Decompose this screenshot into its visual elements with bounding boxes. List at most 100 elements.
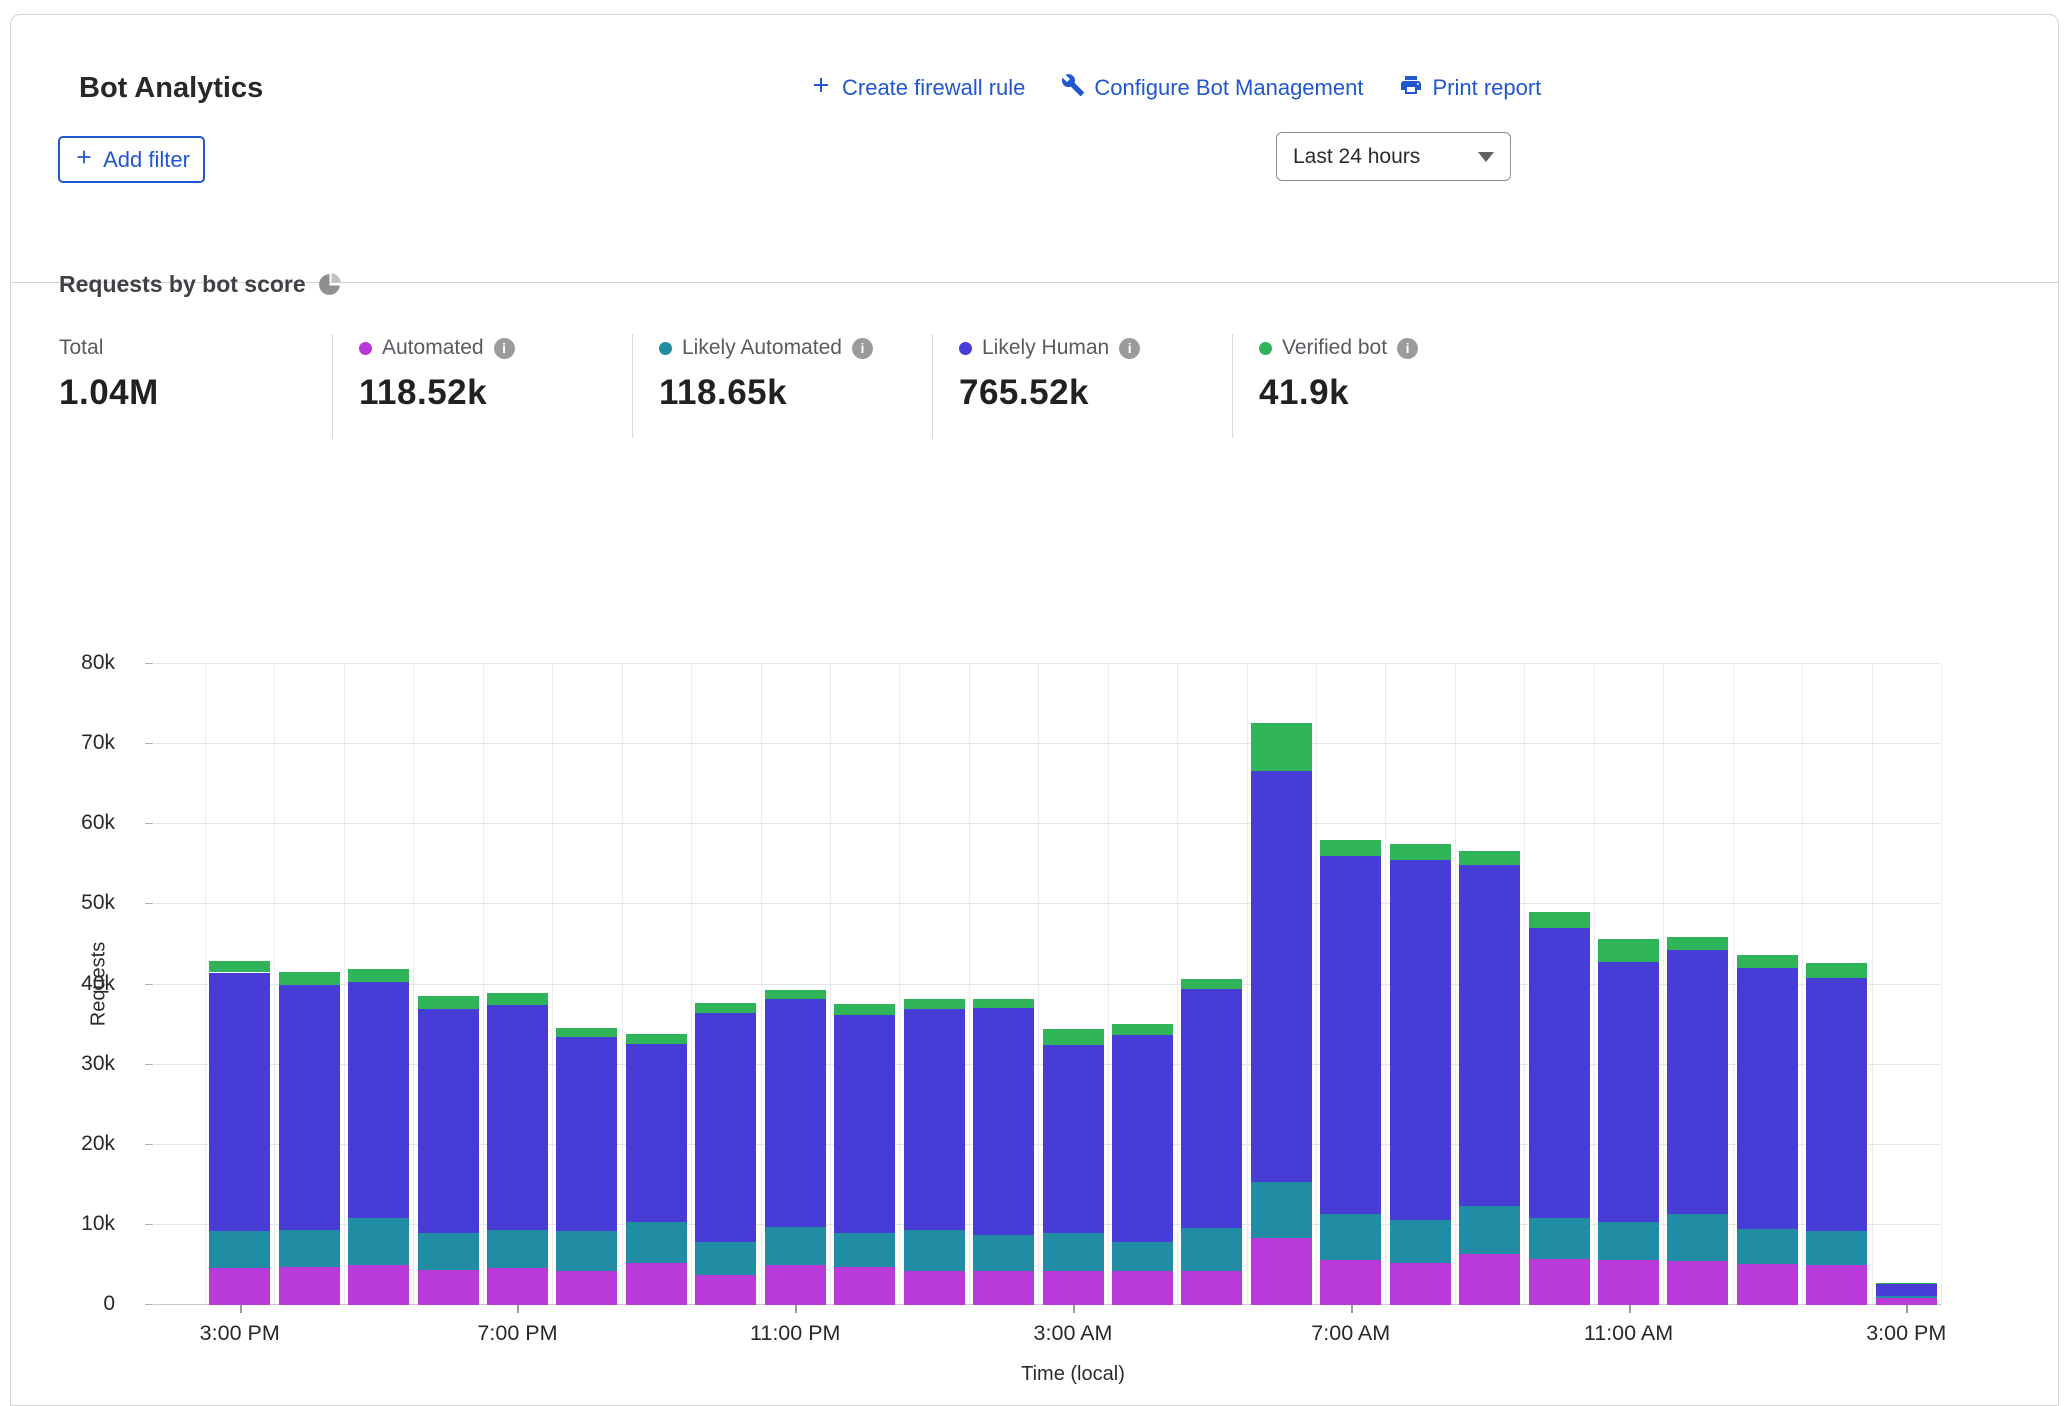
bar-segment-automated bbox=[1181, 1271, 1242, 1305]
bar-segment-likely-human bbox=[487, 1005, 548, 1229]
bar-segment-verified-bot bbox=[1320, 840, 1381, 855]
vertical-gridline bbox=[205, 664, 206, 1305]
vertical-gridline bbox=[969, 664, 970, 1305]
bar-300pm[interactable] bbox=[1876, 664, 1937, 1305]
vertical-gridline bbox=[899, 664, 900, 1305]
bar-segment-automated bbox=[556, 1271, 617, 1305]
bar-segment-verified-bot bbox=[1251, 723, 1312, 771]
bar-800am[interactable] bbox=[1390, 664, 1451, 1305]
stat-value: 118.52k bbox=[359, 373, 634, 413]
bar-600pm[interactable] bbox=[418, 664, 479, 1305]
bar-700pm[interactable] bbox=[487, 664, 548, 1305]
header-action-link[interactable]: Print report bbox=[1399, 73, 1541, 103]
bar-segment-verified-bot bbox=[904, 999, 965, 1009]
stat-value: 765.52k bbox=[959, 373, 1234, 413]
vertical-gridline bbox=[830, 664, 831, 1305]
stat-item: Likely Human i 765.52k bbox=[959, 335, 1234, 413]
info-icon[interactable]: i bbox=[852, 338, 873, 359]
y-tick-label: 30k bbox=[35, 1052, 115, 1076]
bar-segment-verified-bot bbox=[973, 999, 1034, 1008]
bar-200am[interactable] bbox=[973, 664, 1034, 1305]
vertical-gridline bbox=[1663, 664, 1664, 1305]
bar-1100pm[interactable] bbox=[765, 664, 826, 1305]
time-range-select[interactable]: Last 24 hours bbox=[1276, 132, 1511, 181]
bar-500am[interactable] bbox=[1181, 664, 1242, 1305]
bar-segment-likely-human bbox=[1181, 989, 1242, 1228]
bar-segment-verified-bot bbox=[1529, 912, 1590, 929]
bar-300pm[interactable] bbox=[209, 664, 270, 1305]
y-axis-tick bbox=[145, 1224, 153, 1225]
stat-value: 1.04M bbox=[59, 373, 334, 413]
x-axis-tick bbox=[795, 1305, 797, 1313]
action-label: Create firewall rule bbox=[842, 75, 1025, 101]
stat-item: Total i 1.04M bbox=[59, 335, 334, 413]
bar-100am[interactable] bbox=[904, 664, 965, 1305]
bar-1000pm[interactable] bbox=[695, 664, 756, 1305]
bar-segment-verified-bot bbox=[209, 961, 270, 972]
x-axis-tick bbox=[1906, 1305, 1908, 1313]
bar-segment-likely-human bbox=[1320, 856, 1381, 1214]
stat-value: 118.65k bbox=[659, 373, 934, 413]
x-tick-label: 3:00 AM bbox=[1034, 1321, 1113, 1346]
bar-1100am[interactable] bbox=[1598, 664, 1659, 1305]
bar-segment-automated bbox=[973, 1271, 1034, 1305]
bar-400am[interactable] bbox=[1112, 664, 1173, 1305]
bar-1200pm[interactable] bbox=[1667, 664, 1728, 1305]
bar-100pm[interactable] bbox=[1737, 664, 1798, 1305]
bar-200pm[interactable] bbox=[1806, 664, 1867, 1305]
bar-1200am[interactable] bbox=[834, 664, 895, 1305]
bar-400pm[interactable] bbox=[279, 664, 340, 1305]
bar-segment-likely-automated bbox=[1876, 1296, 1937, 1298]
bar-500pm[interactable] bbox=[348, 664, 409, 1305]
bar-segment-likely-automated bbox=[1667, 1214, 1728, 1260]
bar-segment-likely-automated bbox=[556, 1231, 617, 1270]
bar-900pm[interactable] bbox=[626, 664, 687, 1305]
stat-label: Automated bbox=[382, 336, 484, 360]
bar-segment-likely-human bbox=[1737, 968, 1798, 1229]
header-action-link[interactable]: Create firewall rule bbox=[809, 73, 1025, 103]
vertical-gridline bbox=[1177, 664, 1178, 1305]
plus-icon bbox=[809, 73, 833, 97]
bar-segment-likely-automated bbox=[973, 1235, 1034, 1271]
bar-segment-likely-automated bbox=[834, 1233, 895, 1267]
bar-segment-likely-human bbox=[279, 985, 340, 1230]
bar-segment-automated bbox=[904, 1271, 965, 1305]
bar-800pm[interactable] bbox=[556, 664, 617, 1305]
vertical-gridline bbox=[344, 664, 345, 1305]
bar-segment-automated bbox=[1251, 1238, 1312, 1305]
bar-900am[interactable] bbox=[1459, 664, 1520, 1305]
section-title: Requests by bot score bbox=[59, 271, 343, 298]
x-tick-label: 11:00 PM bbox=[750, 1321, 840, 1346]
action-label: Print report bbox=[1432, 75, 1541, 101]
header-action-link[interactable]: Configure Bot Management bbox=[1061, 73, 1363, 103]
bar-segment-automated bbox=[1806, 1265, 1867, 1305]
bar-segment-likely-human bbox=[1667, 950, 1728, 1214]
bar-segment-likely-human bbox=[1112, 1035, 1173, 1242]
bar-segment-automated bbox=[1667, 1261, 1728, 1305]
y-axis-tick bbox=[145, 743, 153, 744]
bar-700am[interactable] bbox=[1320, 664, 1381, 1305]
bar-segment-likely-human bbox=[1251, 771, 1312, 1181]
bar-segment-likely-human bbox=[1390, 860, 1451, 1220]
y-axis-tick bbox=[145, 1064, 153, 1065]
bar-segment-verified-bot bbox=[1459, 851, 1520, 865]
bar-segment-automated bbox=[1529, 1259, 1590, 1305]
add-filter-button[interactable]: Add filter bbox=[58, 136, 205, 183]
info-icon[interactable]: i bbox=[1397, 338, 1418, 359]
bar-segment-likely-automated bbox=[695, 1242, 756, 1276]
bar-segment-likely-human bbox=[765, 999, 826, 1227]
bar-segment-automated bbox=[279, 1267, 340, 1305]
vertical-gridline bbox=[1108, 664, 1109, 1305]
bar-segment-likely-automated bbox=[279, 1230, 340, 1268]
info-icon[interactable]: i bbox=[494, 338, 515, 359]
bar-segment-likely-human bbox=[904, 1009, 965, 1231]
bar-300am[interactable] bbox=[1043, 664, 1104, 1305]
bar-segment-verified-bot bbox=[1737, 955, 1798, 968]
wrench-icon bbox=[1061, 73, 1085, 97]
bar-1000am[interactable] bbox=[1529, 664, 1590, 1305]
bar-segment-verified-bot bbox=[765, 990, 826, 999]
x-axis-tick bbox=[1629, 1305, 1631, 1313]
stat-divider bbox=[1232, 334, 1233, 438]
bar-600am[interactable] bbox=[1251, 664, 1312, 1305]
info-icon[interactable]: i bbox=[1119, 338, 1140, 359]
